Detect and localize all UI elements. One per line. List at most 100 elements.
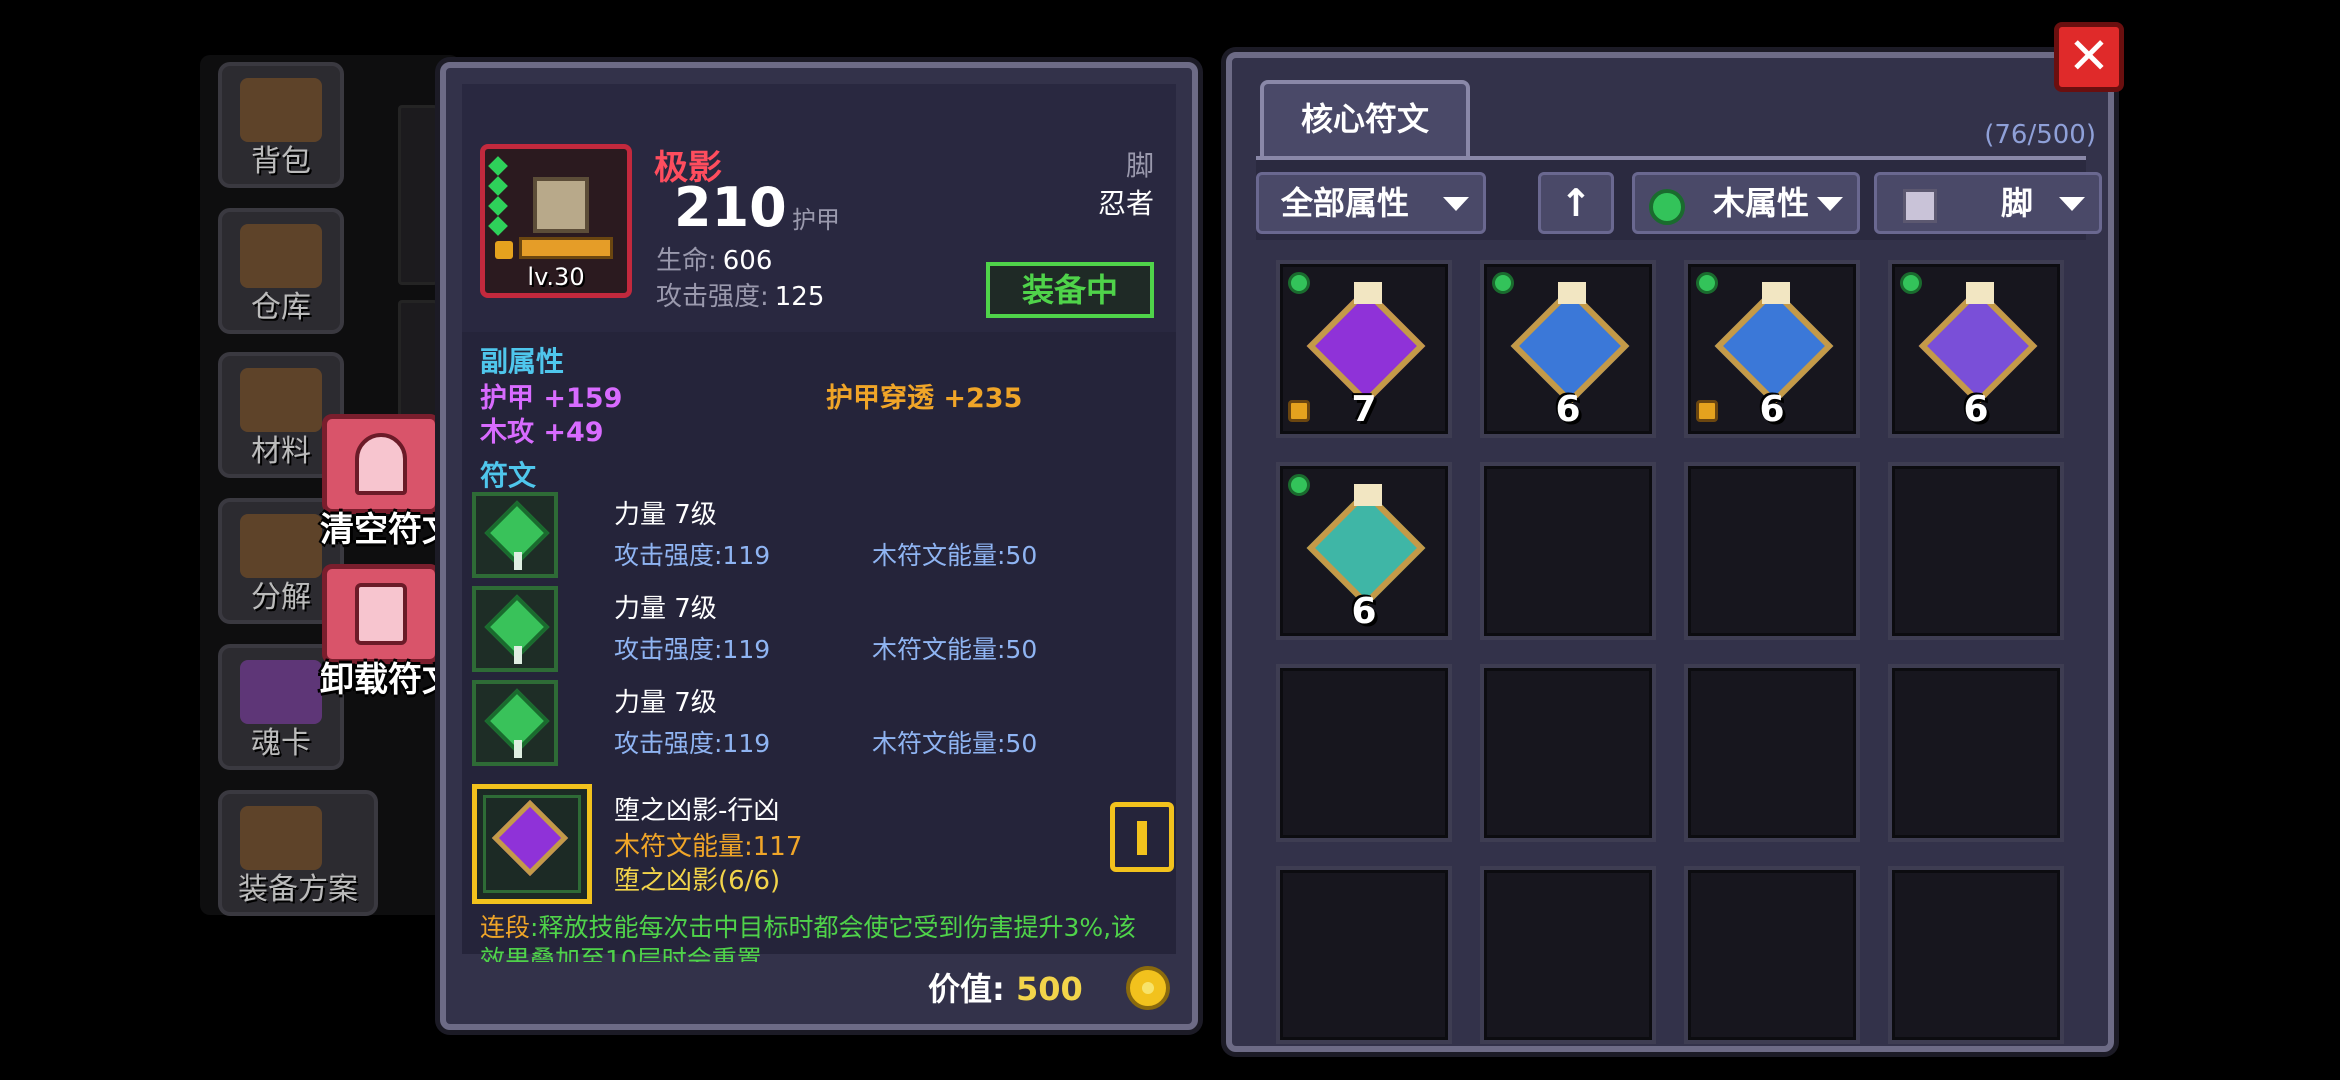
core-rune-icon: [1714, 286, 1834, 406]
main-stat-value: 210: [674, 176, 787, 239]
unload-runes-button[interactable]: [322, 564, 440, 664]
sort-button[interactable]: ↑: [1538, 172, 1614, 234]
rune-name: 力量 7级: [614, 594, 717, 624]
empty-grid-cell[interactable]: [1684, 866, 1860, 1044]
combo-text: :释放技能每次击中目标时都会使它受到伤害提升3%,该效果叠加至10层时会重置: [480, 913, 1137, 962]
empty-grid-cell[interactable]: [1480, 866, 1656, 1044]
item-icon-frame[interactable]: lv.30: [480, 144, 632, 298]
empty-grid-cell[interactable]: [1888, 664, 2064, 842]
attribute-filter-label: 全部属性: [1281, 184, 1410, 222]
gem-icon: [488, 196, 508, 216]
rune-stat-attack: 攻击强度:119: [614, 729, 771, 758]
empty-grid-cell[interactable]: [1276, 866, 1452, 1044]
rune-inventory-panel: 核心符文 (76/500) 全部属性 ↑ 木属性 脚 7 6 6 6 6: [1226, 52, 2114, 1052]
rune-stem: [514, 740, 522, 758]
rune-level: 6: [1555, 389, 1581, 430]
boots-icon: [533, 177, 589, 233]
bg-menu-backpack[interactable]: 背包: [218, 62, 344, 188]
wood-element-icon: [1649, 189, 1685, 225]
item-slot: 脚: [1125, 149, 1154, 182]
slot-filter-label: 脚: [2001, 184, 2034, 222]
close-button[interactable]: ✕: [2054, 22, 2124, 92]
inventory-count: (76/500): [1984, 120, 2096, 150]
clear-runes-button[interactable]: [322, 414, 440, 514]
gem-icon: [488, 176, 508, 196]
item-detail-panel: lv.30 极影 210 护甲 生命: 606 攻击强度: 125 脚 忍者 装备中…: [440, 62, 1198, 1030]
lock-icon: [1696, 400, 1718, 422]
wood-gem-icon: [1288, 474, 1310, 496]
attribute-filter-dropdown[interactable]: 全部属性: [1256, 172, 1486, 234]
substat-armor-pen: 护甲穿透 +235: [826, 383, 1023, 414]
slot-filter-dropdown[interactable]: 脚: [1874, 172, 2102, 234]
lock-icon: [495, 241, 513, 259]
empty-grid-cell[interactable]: [1888, 866, 2064, 1044]
wood-gem-icon: [1696, 272, 1718, 294]
wood-gem-icon: [1900, 272, 1922, 294]
broom-icon: [355, 433, 407, 495]
element-filter-label: 木属性: [1713, 184, 1810, 222]
rune-stat-energy: 木符文能量:50: [872, 541, 1038, 570]
core-rune-icon: [1306, 286, 1426, 406]
rune-grid-cell[interactable]: 6: [1684, 260, 1860, 438]
materials-icon: [240, 368, 322, 432]
core-rune-icon: [1918, 286, 2038, 406]
scroll-icon: [1354, 282, 1382, 304]
rune-stem: [514, 646, 522, 664]
rune-grid-cell[interactable]: 6: [1480, 260, 1656, 438]
scroll-icon: [1762, 282, 1790, 304]
rune-stat-attack: 攻击强度:119: [614, 541, 771, 570]
boots-base-icon: [519, 237, 613, 259]
rune-slot-1[interactable]: [472, 492, 558, 578]
bg-menu-equip-plan[interactable]: 装备方案: [218, 790, 378, 916]
empty-grid-cell[interactable]: [1480, 462, 1656, 640]
rune-level: 6: [1963, 389, 1989, 430]
rune-stat-energy: 木符文能量:50: [872, 729, 1038, 758]
empty-grid-cell[interactable]: [1684, 664, 1860, 842]
chevron-down-icon: [1817, 197, 1843, 211]
item-level: lv.30: [527, 263, 585, 291]
rune-name: 力量 7级: [614, 500, 717, 530]
item-detail-content[interactable]: lv.30 极影 210 护甲 生命: 606 攻击强度: 125 脚 忍者 装备中…: [462, 84, 1176, 962]
item-class: 忍者: [1097, 187, 1154, 220]
scroll-icon: [1354, 484, 1382, 506]
empty-grid-cell[interactable]: [1888, 462, 2064, 640]
element-filter-dropdown[interactable]: 木属性: [1632, 172, 1860, 234]
equip-plan-icon: [240, 806, 322, 870]
rune-grid: 7 6 6 6 6: [1276, 260, 2076, 1050]
scroll-icon: [1558, 282, 1586, 304]
lock-toggle-button[interactable]: [1110, 802, 1174, 872]
rune-grid-cell[interactable]: 6: [1888, 260, 2064, 438]
stat-value: 606: [722, 246, 773, 276]
gem-icon: [488, 216, 508, 236]
empty-grid-cell[interactable]: [1480, 664, 1656, 842]
core-rune-name: 堕之凶影-行凶: [614, 796, 780, 826]
rune-stat-attack: 攻击强度:119: [614, 635, 771, 664]
combo-description: 连段:释放技能每次击中目标时都会使它受到伤害提升3%,该效果叠加至10层时会重置: [480, 912, 1160, 962]
bg-menu-label: 背包: [251, 144, 311, 179]
chevron-down-icon: [2059, 197, 2085, 211]
rune-grid-cell[interactable]: 6: [1276, 462, 1452, 640]
lock-icon: [1288, 400, 1310, 422]
bg-menu-warehouse[interactable]: 仓库: [218, 208, 344, 334]
core-rune-slot[interactable]: [472, 784, 592, 904]
wood-gem-icon: [1288, 272, 1310, 294]
boots-slot-icon: [1903, 189, 1937, 223]
rune-name: 力量 7级: [614, 688, 717, 718]
stat-label: 攻击强度:: [656, 282, 769, 312]
rune-slot-3[interactable]: [472, 680, 558, 766]
warehouse-icon: [240, 224, 322, 288]
stat-hp: 生命: 606: [656, 240, 772, 277]
chest-icon: [240, 78, 322, 142]
rune-grid-cell[interactable]: 7: [1276, 260, 1452, 438]
rune-stem: [514, 552, 522, 570]
rune-slot-2[interactable]: [472, 586, 558, 672]
tab-core-runes[interactable]: 核心符文: [1260, 80, 1470, 156]
coin-icon: [1126, 966, 1170, 1010]
empty-grid-cell[interactable]: [1276, 664, 1452, 842]
value-label: 价值:: [928, 970, 1005, 1008]
rune-stat-energy: 木符文能量:50: [872, 635, 1038, 664]
item-value: 价值: 500: [928, 964, 1083, 1010]
rune-level: 6: [1351, 591, 1377, 632]
empty-grid-cell[interactable]: [1684, 462, 1860, 640]
core-rune-icon: [1510, 286, 1630, 406]
